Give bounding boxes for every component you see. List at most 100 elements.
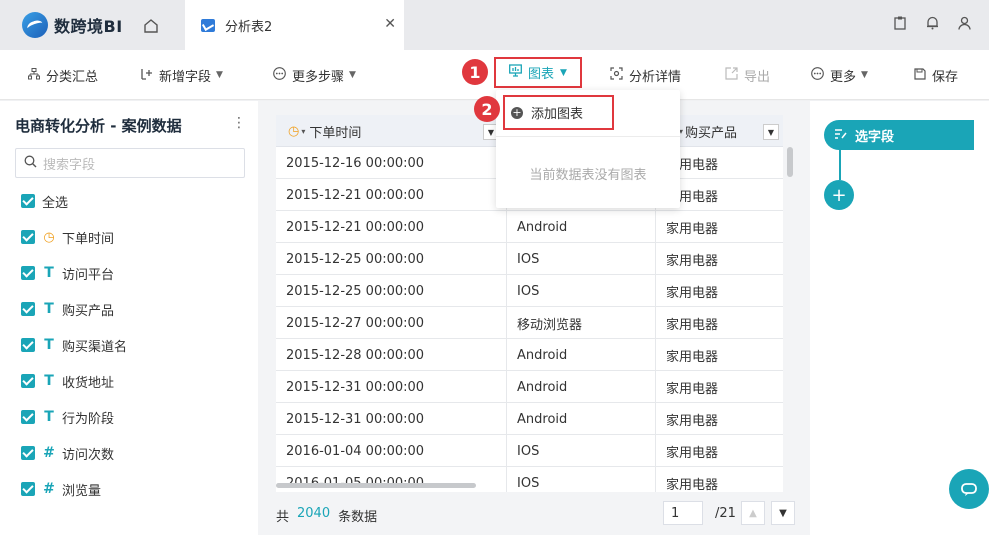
scan-icon [610, 67, 623, 83]
table-cell: 2015-12-31 00:00:00 [286, 379, 425, 395]
column-header-label: 下单时间 [309, 125, 362, 141]
chart-button[interactable]: 图表 ▼ [494, 57, 582, 88]
app-logo[interactable]: 数跨境BI [22, 12, 123, 38]
table-cell: 家用电器 [666, 317, 719, 333]
table-row: 2016-01-04 00:00:00 IOS 家用电器 [276, 435, 783, 467]
annotation-badge-2: 2 [474, 96, 500, 122]
table-cell: 家用电器 [666, 381, 719, 397]
clock-icon: ◷ [43, 229, 55, 245]
field-panel: 电商转化分析 - 案例数据 ⋮ 搜索字段 全选 ◷ 下单时间 T 访问平台 T … [0, 101, 258, 535]
table-cell: IOS [517, 251, 540, 267]
column-header-product[interactable]: ▾ 购买产品 [679, 115, 737, 147]
table-cell: Android [517, 411, 568, 427]
table-cell: 2015-12-25 00:00:00 [286, 283, 425, 299]
column-header-order-time[interactable]: ◷ ▾ 下单时间 [288, 115, 361, 147]
field-item-product[interactable]: T 购买产品 [21, 299, 114, 319]
field-label: 访问次数 [62, 447, 115, 463]
more-vertical-icon[interactable]: ⋮ [232, 115, 246, 131]
field-item-order-time[interactable]: ◷ 下单时间 [21, 227, 114, 247]
table-cell: IOS [517, 475, 540, 491]
export-icon [725, 67, 738, 83]
table-row: 2015-12-25 00:00:00 IOS 家用电器 [276, 243, 783, 275]
tab-analysis[interactable]: 分析表2 ✕ [185, 0, 404, 50]
table-row: 2016-01-05 00:00:00 IOS 家用电器 [276, 467, 783, 493]
chat-icon[interactable] [949, 469, 989, 509]
text-type-icon: T [44, 409, 54, 425]
table-row: 2015-12-27 00:00:00 移动浏览器 家用电器 [276, 307, 783, 339]
chart-line-icon [201, 18, 215, 32]
field-item-address[interactable]: T 收货地址 [21, 371, 114, 391]
table-cell: Android [517, 379, 568, 395]
clipboard-icon[interactable] [893, 15, 907, 31]
more-steps-button[interactable]: 更多步骤 ▼ [273, 50, 356, 100]
vertical-scrollbar[interactable] [787, 147, 793, 177]
field-label: 收货地址 [62, 375, 115, 391]
table-cell: 家用电器 [666, 349, 719, 365]
export-button[interactable]: 导出 [725, 50, 770, 100]
checkbox-checked-icon [21, 302, 35, 316]
field-item-channel[interactable]: T 购买渠道名 [21, 335, 127, 355]
search-icon [24, 155, 37, 172]
chevron-down-icon: ▼ [861, 70, 868, 80]
table-row: 2015-12-31 00:00:00 Android 家用电器 [276, 403, 783, 435]
table-cell: 2015-12-28 00:00:00 [286, 347, 425, 363]
field-label: 购买渠道名 [62, 339, 128, 355]
monitor-chart-icon [509, 64, 522, 81]
horizontal-scrollbar[interactable] [276, 483, 476, 488]
chevron-up-icon[interactable]: ▲ [741, 501, 765, 525]
checkbox-checked-icon [21, 194, 35, 208]
table-cell: Android [517, 219, 568, 235]
text-type-icon: T [44, 301, 54, 317]
top-right-actions [893, 15, 971, 31]
table-cell: 2015-12-25 00:00:00 [286, 251, 425, 267]
more-button[interactable]: 更多 ▼ [811, 50, 868, 100]
edit-list-icon [834, 128, 847, 143]
column-dropdown[interactable]: ▼ [763, 124, 779, 140]
step-select-fields[interactable]: 选字段 [824, 120, 974, 150]
field-item-stage[interactable]: T 行为阶段 [21, 407, 114, 427]
field-item-pageviews[interactable]: # 浏览量 [21, 479, 101, 499]
text-type-icon: T [44, 373, 54, 389]
column-header-label: 购买产品 [685, 125, 738, 141]
search-input[interactable]: 搜索字段 [15, 148, 245, 178]
analysis-detail-label: 分析详情 [629, 69, 682, 85]
step-connector [839, 150, 841, 180]
logo-icon [22, 12, 48, 38]
add-field-button[interactable]: 新增字段 ▼ [141, 50, 223, 100]
field-item-platform[interactable]: T 访问平台 [21, 263, 114, 283]
tab-label: 分析表2 [225, 19, 273, 35]
save-button[interactable]: 保存 [914, 50, 958, 100]
summary-button[interactable]: 分类汇总 [28, 50, 98, 100]
chevron-down-icon: ▼ [216, 70, 223, 80]
field-label: 下单时间 [62, 231, 115, 247]
more-steps-label: 更多步骤 [292, 69, 345, 85]
table-cell: 2015-12-27 00:00:00 [286, 315, 425, 331]
home-icon[interactable] [140, 15, 162, 35]
checkbox-checked-icon [21, 338, 35, 352]
ellipsis-circle-icon [811, 67, 824, 83]
table-cell: 家用电器 [666, 413, 719, 429]
add-step-button[interactable]: + [824, 180, 854, 210]
table-cell: 2015-12-16 00:00:00 [286, 155, 425, 171]
select-all-label: 全选 [42, 195, 69, 211]
summary-label: 分类汇总 [46, 69, 99, 85]
add-chart-menu-item[interactable]: + 添加图表 [503, 95, 614, 130]
close-icon[interactable]: ✕ [384, 16, 396, 32]
field-item-visits[interactable]: # 访问次数 [21, 443, 114, 463]
table-row: 2015-12-28 00:00:00 Android 家用电器 [276, 339, 783, 371]
step-label: 选字段 [855, 129, 895, 145]
table-cell: Android [517, 347, 568, 363]
page-number-input[interactable]: 1 [663, 501, 703, 525]
checkbox-checked-icon [21, 482, 35, 496]
text-type-icon: T [44, 337, 54, 353]
user-icon[interactable] [957, 15, 971, 31]
table-row: 2015-12-25 00:00:00 IOS 家用电器 [276, 275, 783, 307]
table-cell: 家用电器 [666, 285, 719, 301]
search-placeholder: 搜索字段 [43, 157, 96, 173]
chevron-down-icon[interactable]: ▼ [771, 501, 795, 525]
export-label: 导出 [744, 69, 771, 85]
bell-icon[interactable] [925, 15, 939, 31]
annotation-badge-1: 1 [462, 59, 488, 85]
field-label: 访问平台 [62, 267, 115, 283]
select-all-checkbox[interactable]: 全选 [21, 191, 68, 211]
